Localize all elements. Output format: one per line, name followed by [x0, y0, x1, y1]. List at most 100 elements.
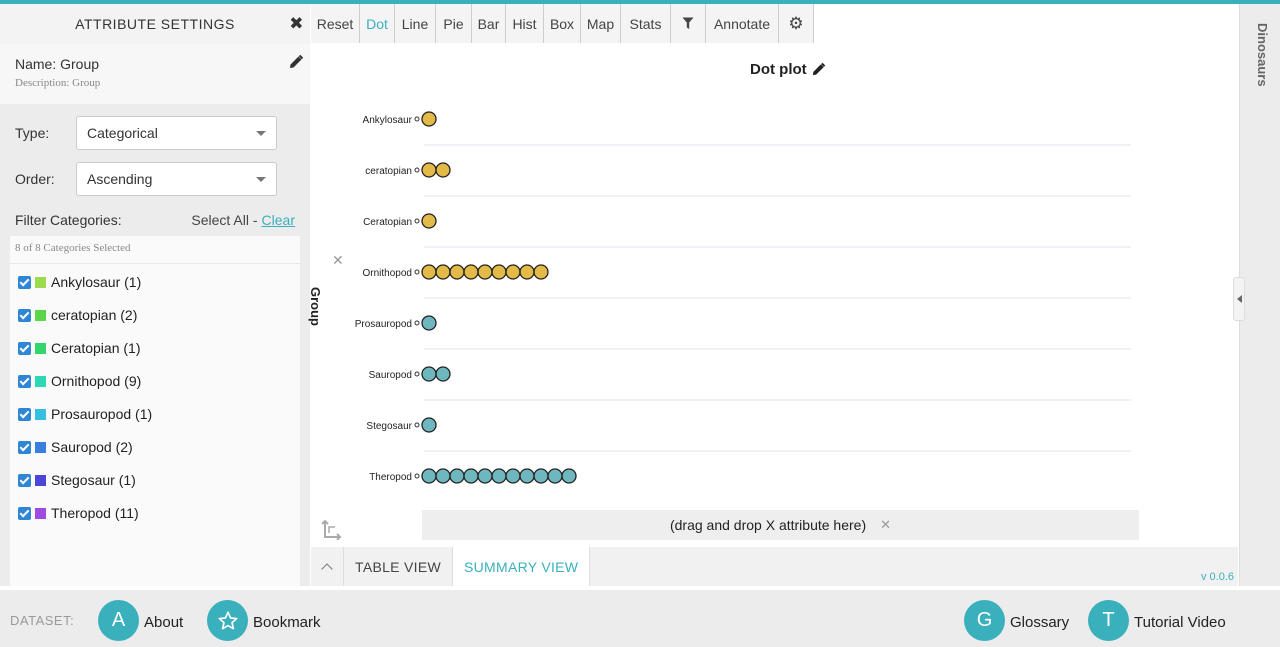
category-checkbox[interactable] [18, 440, 31, 454]
data-point[interactable] [547, 468, 563, 484]
toolbar-box-button[interactable]: Box [544, 4, 581, 43]
category-checkbox[interactable] [18, 506, 31, 520]
category-label: Ornithopod (9) [51, 373, 142, 389]
toolbar-stats-button[interactable]: Stats [621, 4, 671, 43]
y-tick-mark [414, 167, 420, 173]
data-point[interactable] [421, 213, 437, 229]
data-point[interactable] [477, 264, 493, 280]
toolbar-hist-button[interactable]: Hist [506, 4, 544, 43]
filter-category-item[interactable]: Sauropod (2) [18, 439, 133, 455]
data-point[interactable] [435, 468, 451, 484]
filter-category-item[interactable]: Ceratopian (1) [18, 340, 141, 356]
glossary-icon: G [964, 600, 1005, 641]
toolbar-annotate-button[interactable]: Annotate [706, 4, 779, 43]
data-point[interactable] [421, 264, 437, 280]
clear-link[interactable]: Clear [262, 212, 295, 228]
y-tick-label: Ornithopod [363, 268, 412, 279]
x-attribute-drop-zone[interactable]: (drag and drop X attribute here) ✕ [422, 510, 1139, 540]
data-point[interactable] [561, 468, 577, 484]
dot-plot-chart: Ankylosaur ceratopian Ceratopian Ornithopod… [355, 111, 1131, 484]
chevron-up-icon[interactable] [311, 547, 344, 586]
gear-icon[interactable]: ⚙ [779, 4, 814, 43]
remove-y-attribute-icon[interactable]: ✕ [332, 252, 344, 269]
data-point[interactable] [463, 468, 479, 484]
category-checkbox[interactable] [18, 308, 31, 322]
tutorial-video-button[interactable]: T Tutorial Video [1088, 600, 1226, 641]
filter-categories-header: Filter Categories: Select All - Clear [15, 212, 295, 228]
data-point[interactable] [421, 417, 437, 433]
category-color-swatch [35, 408, 46, 420]
category-color-swatch [35, 507, 46, 519]
dataset-side-panel[interactable]: Dinosaurs [1239, 4, 1280, 586]
data-point[interactable] [421, 162, 437, 178]
filter-category-item[interactable]: Prosauropod (1) [18, 406, 152, 422]
swap-axes-icon[interactable] [320, 518, 342, 540]
pencil-icon[interactable] [288, 54, 304, 70]
filter-category-item[interactable]: Ankylosaur (1) [18, 274, 141, 290]
data-point[interactable] [519, 468, 535, 484]
category-checkbox[interactable] [18, 374, 31, 388]
filter-categories-title: Filter Categories: [15, 212, 122, 228]
glossary-button[interactable]: G Glossary [964, 600, 1069, 641]
category-checkbox[interactable] [18, 341, 31, 355]
data-point[interactable] [463, 264, 479, 280]
filter-category-item[interactable]: ceratopian (2) [18, 307, 137, 323]
category-checkbox[interactable] [18, 275, 31, 289]
order-label: Order: [15, 171, 55, 187]
tab-table-view[interactable]: TABLE VIEW [344, 547, 453, 586]
data-point[interactable] [491, 264, 507, 280]
tab-summary-view[interactable]: SUMMARY VIEW [452, 547, 591, 586]
remove-x-attribute-icon[interactable]: ✕ [880, 517, 891, 533]
order-select[interactable]: Ascending [76, 162, 277, 196]
data-point[interactable] [421, 111, 437, 127]
data-point[interactable] [435, 264, 451, 280]
toolbar-pie-button[interactable]: Pie [436, 4, 472, 43]
category-checkbox[interactable] [18, 473, 31, 487]
data-point[interactable] [421, 366, 437, 382]
attribute-settings-panel: ATTRIBUTE SETTINGS ✖ Name: Group Descrip… [0, 4, 310, 586]
filter-category-item[interactable]: Theropod (11) [18, 505, 139, 521]
close-icon[interactable]: ✖ [289, 14, 304, 34]
select-all-link[interactable]: Select All - [191, 212, 257, 228]
toolbar-dot-button[interactable]: Dot [360, 4, 395, 43]
category-label: Theropod (11) [51, 505, 139, 521]
data-point[interactable] [477, 468, 493, 484]
data-point[interactable] [533, 468, 549, 484]
data-point[interactable] [435, 162, 451, 178]
chevron-left-icon[interactable] [1233, 277, 1245, 321]
type-select[interactable]: Categorical [76, 116, 277, 150]
filter-category-item[interactable]: Ornithopod (9) [18, 373, 141, 389]
data-point[interactable] [491, 468, 507, 484]
attribute-name: Name: Group [15, 56, 100, 72]
chevron-down-icon [256, 131, 266, 136]
y-axis-attribute-label[interactable]: Group [308, 287, 323, 326]
data-point[interactable] [519, 264, 535, 280]
attribute-info: Name: Group Description: Group [0, 44, 310, 104]
toolbar-bar-button[interactable]: Bar [472, 4, 506, 43]
footer-bar: DATASET: A About Bookmark G Glossary T T… [0, 590, 1280, 647]
attribute-settings-header: ATTRIBUTE SETTINGS ✖ [0, 4, 310, 44]
data-point[interactable] [505, 264, 521, 280]
filter-category-list: 8 of 8 Categories Selected Ankylosaur (1… [10, 236, 300, 586]
bookmark-button[interactable]: Bookmark [207, 600, 321, 641]
view-tabs-bar: TABLE VIEW SUMMARY VIEW v 0.0.6 [311, 547, 1238, 586]
data-point[interactable] [435, 366, 451, 382]
data-point[interactable] [533, 264, 549, 280]
filter-icon[interactable] [671, 4, 706, 43]
y-tick-mark [414, 218, 420, 224]
y-tick-label: Prosauropod [355, 319, 412, 330]
data-point[interactable] [421, 468, 437, 484]
data-point[interactable] [505, 468, 521, 484]
category-label: Ceratopian (1) [51, 340, 141, 356]
about-button[interactable]: A About [98, 600, 183, 641]
toolbar-reset-button[interactable]: Reset [311, 4, 360, 43]
toolbar-map-button[interactable]: Map [581, 4, 621, 43]
data-point[interactable] [449, 468, 465, 484]
data-point[interactable] [449, 264, 465, 280]
y-tick-mark [414, 422, 420, 428]
y-tick-mark [414, 371, 420, 377]
data-point[interactable] [421, 315, 437, 331]
category-checkbox[interactable] [18, 407, 31, 421]
toolbar-line-button[interactable]: Line [395, 4, 436, 43]
filter-category-item[interactable]: Stegosaur (1) [18, 472, 136, 488]
